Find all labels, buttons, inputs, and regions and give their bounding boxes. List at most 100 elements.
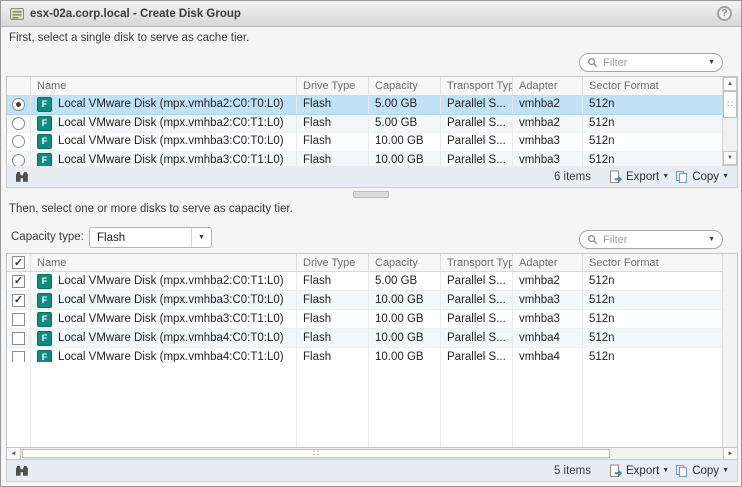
- export-button[interactable]: Export ▼: [609, 464, 669, 478]
- cache-vertical-scrollbar[interactable]: ▲ ∷ ▼: [722, 77, 737, 165]
- column-header-transport-type[interactable]: Transport Type: [441, 254, 513, 271]
- cache-filter-input[interactable]: Filter ▼: [579, 53, 723, 72]
- column-header-sector-format[interactable]: Sector Format: [583, 77, 722, 95]
- table-row[interactable]: FLocal VMware Disk (mpx.vmhba3:C0:T1:L0)…: [7, 152, 722, 167]
- flash-disk-icon: F: [37, 293, 52, 308]
- horizontal-scrollbar[interactable]: ◄ ∷ ►: [6, 448, 738, 460]
- scroll-left-icon[interactable]: ◄: [7, 448, 21, 459]
- empty-column-cell: [7, 362, 31, 447]
- disk-adapter-value: vmhba3: [519, 292, 560, 309]
- disk-radio[interactable]: [12, 117, 25, 130]
- table-row[interactable]: FLocal VMware Disk (mpx.vmhba4:C0:T0:L0)…: [7, 329, 722, 348]
- disk-transport-type: Parallel S...: [441, 310, 513, 328]
- disk-capacity-value: 10.00 GB: [375, 152, 424, 166]
- column-header-name[interactable]: Name: [31, 77, 297, 95]
- empty-column-cell: [31, 362, 297, 447]
- disk-transport-type-value: Parallel S...: [447, 349, 506, 363]
- disk-checkbox[interactable]: ✓: [12, 294, 25, 307]
- disk-adapter-value: vmhba3: [519, 152, 560, 166]
- disk-capacity: 10.00 GB: [369, 348, 441, 362]
- disk-drive-type-value: Flash: [303, 330, 331, 347]
- find-icon[interactable]: [15, 465, 29, 477]
- capacity-type-select[interactable]: Flash ▼: [89, 227, 212, 248]
- column-header-name[interactable]: Name: [31, 254, 297, 271]
- export-button[interactable]: Export ▼: [609, 170, 669, 184]
- disk-radio[interactable]: [12, 135, 25, 148]
- column-header-drive-type[interactable]: Drive Type: [297, 77, 369, 95]
- disk-name-cell: FLocal VMware Disk (mpx.vmhba2:C0:T1:L0): [31, 272, 297, 290]
- disk-checkbox[interactable]: [12, 313, 25, 326]
- disk-sector-format-value: 512n: [589, 133, 615, 150]
- table-row[interactable]: ✓FLocal VMware Disk (mpx.vmhba3:C0:T0:L0…: [7, 291, 722, 310]
- disk-name-cell: FLocal VMware Disk (mpx.vmhba3:C0:T1:L0): [31, 152, 297, 167]
- disk-name-cell: FLocal VMware Disk (mpx.vmhba4:C0:T1:L0): [31, 348, 297, 362]
- flash-disk-icon: F: [37, 331, 52, 346]
- select-all-checkbox[interactable]: ✓: [12, 256, 25, 269]
- column-header-transport-type[interactable]: Transport Type: [441, 77, 513, 95]
- capacity-filter-dropdown-icon[interactable]: ▼: [708, 236, 715, 243]
- dialog-titlebar: esx-02a.corp.local - Create Disk Group ?: [1, 1, 741, 27]
- copy-label: Copy: [692, 171, 719, 183]
- row-selector-cell: ✓: [7, 272, 31, 290]
- disk-sector-format-value: 512n: [589, 292, 615, 309]
- disk-radio[interactable]: [12, 98, 25, 111]
- disk-drive-type-value: Flash: [303, 152, 331, 166]
- empty-column-cell: [369, 362, 441, 447]
- disk-drive-type: Flash: [297, 152, 369, 167]
- capacity-filter-input[interactable]: Filter ▼: [579, 230, 723, 249]
- disk-adapter-value: vmhba2: [519, 96, 560, 113]
- table-row[interactable]: FLocal VMware Disk (mpx.vmhba3:C0:T0:L0)…: [7, 133, 722, 152]
- row-selector-cell: [7, 310, 31, 328]
- disk-checkbox[interactable]: [12, 351, 25, 363]
- scroll-up-icon[interactable]: ▲: [723, 77, 737, 91]
- column-header-adapter[interactable]: Adapter: [513, 77, 583, 95]
- disk-name-cell: FLocal VMware Disk (mpx.vmhba4:C0:T0:L0): [31, 329, 297, 347]
- disk-adapter-value: vmhba2: [519, 273, 560, 290]
- table-row[interactable]: FLocal VMware Disk (mpx.vmhba2:C0:T0:L0)…: [7, 96, 722, 115]
- disk-capacity: 10.00 GB: [369, 133, 441, 151]
- table-row[interactable]: FLocal VMware Disk (mpx.vmhba2:C0:T1:L0)…: [7, 115, 722, 134]
- disk-checkbox[interactable]: ✓: [12, 275, 25, 288]
- copy-dropdown-icon: ▼: [722, 467, 729, 474]
- column-header-adapter[interactable]: Adapter: [513, 254, 583, 271]
- column-header-capacity[interactable]: Capacity: [369, 77, 441, 95]
- scroll-right-icon[interactable]: ►: [723, 448, 737, 459]
- copy-button[interactable]: Copy ▼: [675, 464, 729, 478]
- disk-sector-format-value: 512n: [589, 349, 615, 363]
- row-selector-cell: [7, 152, 31, 167]
- search-icon: [587, 234, 598, 245]
- dialog-title: esx-02a.corp.local - Create Disk Group: [30, 1, 241, 27]
- disk-adapter-value: vmhba3: [519, 133, 560, 150]
- cache-table-footer: 6 items Export ▼ Copy ▼: [6, 166, 738, 188]
- column-header-sector-format[interactable]: Sector Format: [583, 254, 722, 271]
- flash-disk-icon: F: [37, 116, 52, 131]
- find-icon[interactable]: [15, 171, 29, 183]
- disk-radio[interactable]: [12, 154, 25, 166]
- disk-adapter: vmhba2: [513, 96, 583, 114]
- disk-capacity: 10.00 GB: [369, 291, 441, 309]
- disk-drive-type: Flash: [297, 348, 369, 362]
- table-row[interactable]: FLocal VMware Disk (mpx.vmhba4:C0:T1:L0)…: [7, 348, 722, 362]
- disk-capacity: 10.00 GB: [369, 329, 441, 347]
- disk-sector-format-value: 512n: [589, 152, 615, 166]
- capacity-vertical-scrollbar[interactable]: [722, 254, 737, 447]
- capacity-type-dropdown-icon[interactable]: ▼: [191, 228, 211, 247]
- help-button[interactable]: ?: [717, 6, 732, 21]
- copy-button[interactable]: Copy ▼: [675, 170, 729, 184]
- capacity-tier-table: ✓ Name Drive Type Capacity Transport Typ…: [6, 253, 738, 448]
- table-row[interactable]: FLocal VMware Disk (mpx.vmhba3:C0:T1:L0)…: [7, 310, 722, 329]
- scrollbar-thumb[interactable]: ∷: [723, 91, 737, 118]
- scroll-down-icon[interactable]: ▼: [723, 151, 737, 165]
- disk-drive-type: Flash: [297, 96, 369, 114]
- cache-filter-dropdown-icon[interactable]: ▼: [708, 59, 715, 66]
- disk-drive-type: Flash: [297, 291, 369, 309]
- capacity-table-body: ✓ FLocal VMware Disk (mpx.vmhba2:C0:T1:L0…: [7, 272, 722, 362]
- empty-column-cell: [513, 362, 583, 447]
- table-row[interactable]: ✓ FLocal VMware Disk (mpx.vmhba2:C0:T1:L0…: [7, 272, 722, 291]
- scrollbar-thumb[interactable]: ∷: [22, 449, 610, 458]
- disk-sector-format-value: 512n: [589, 311, 615, 328]
- disk-checkbox[interactable]: [12, 332, 25, 345]
- column-header-capacity[interactable]: Capacity: [369, 254, 441, 271]
- column-header-drive-type[interactable]: Drive Type: [297, 254, 369, 271]
- splitter-handle[interactable]: [353, 191, 389, 198]
